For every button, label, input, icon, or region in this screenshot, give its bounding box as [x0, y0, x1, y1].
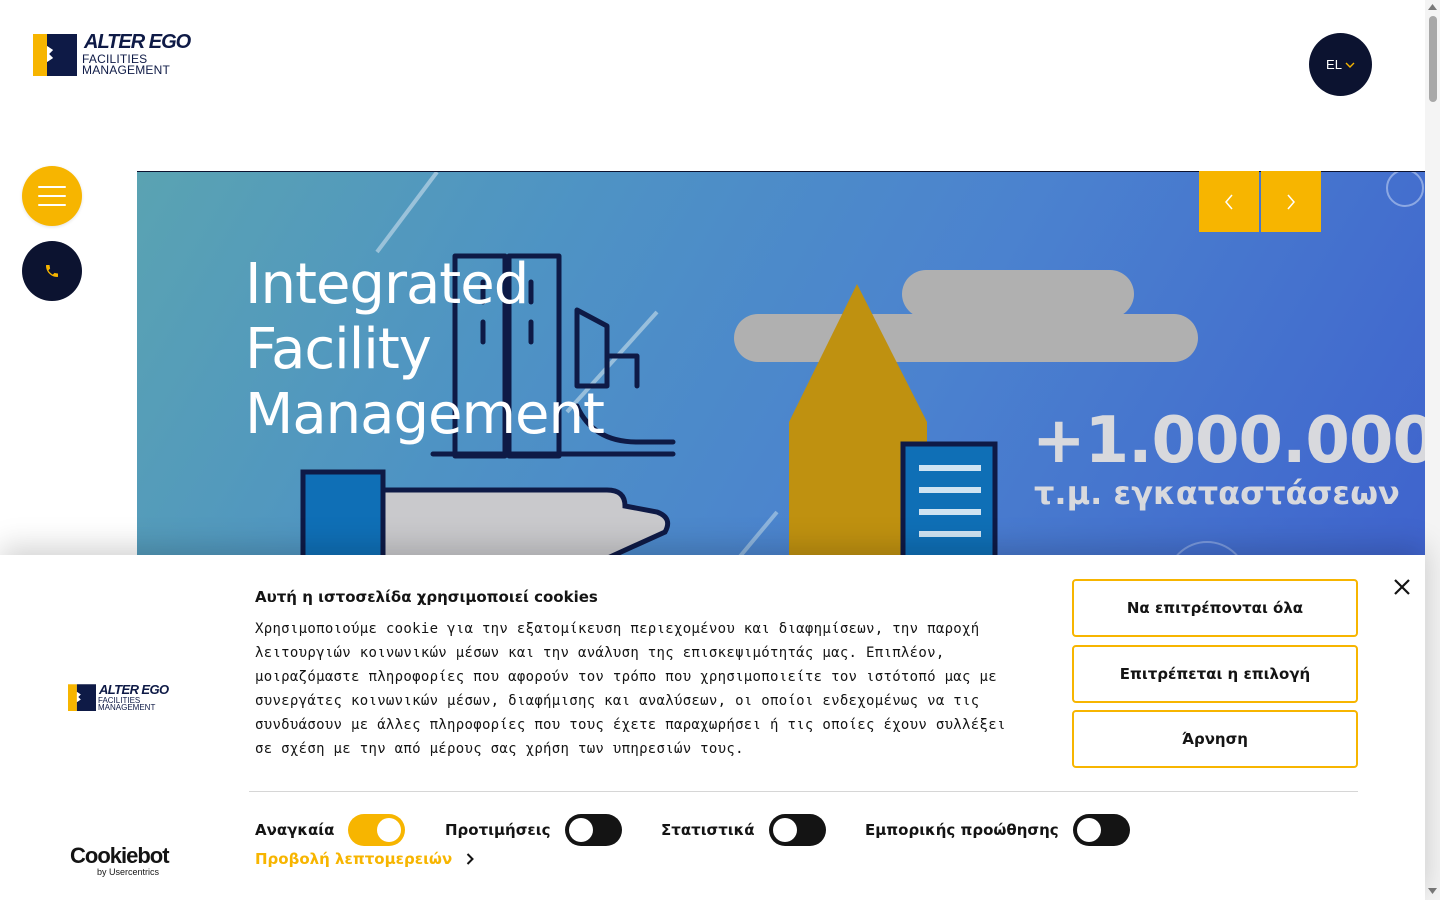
logo-brand-text: ALTER EGO	[84, 31, 191, 53]
cookiebot-byline: by Usercentrics	[97, 867, 160, 877]
phone-icon	[46, 265, 58, 277]
menu-button[interactable]	[22, 166, 82, 226]
hero-title-line: Management	[245, 382, 605, 447]
switch-knob	[772, 818, 797, 842]
cookie-banner-title: Αυτή η ιστοσελίδα χρησιμοποιεί cookies	[255, 588, 598, 606]
slider-prev-button[interactable]	[1199, 171, 1259, 232]
close-icon[interactable]	[1392, 577, 1412, 597]
statistics-switch[interactable]	[768, 814, 826, 846]
chevron-left-icon	[1225, 194, 1233, 209]
language-selector[interactable]: EL	[1309, 33, 1372, 96]
toggle-statistics: Στατιστικά	[661, 814, 826, 846]
switch-knob	[1076, 818, 1101, 842]
logo-brand-text: ALTER EGO	[99, 682, 169, 697]
allow-selection-button[interactable]: Επιτρέπεται η επιλογή	[1072, 645, 1358, 703]
toggle-label: Εμπορικής προώθησης	[865, 821, 1059, 839]
toggle-label: Αναγκαία	[255, 821, 335, 839]
switch-knob	[377, 818, 402, 842]
chevron-down-icon	[1345, 62, 1355, 68]
logo-mark-icon	[33, 34, 77, 76]
hero-stat-caption: τ.μ. εγκαταστάσεων	[1034, 474, 1400, 512]
hamburger-icon-line	[38, 204, 66, 206]
scrollbar-thumb[interactable]	[1429, 16, 1437, 102]
toggle-preferences: Προτιμήσεις	[445, 814, 622, 846]
necessary-switch[interactable]	[348, 814, 406, 846]
logo-mark-icon	[68, 684, 96, 711]
hero-title-line: Integrated	[245, 252, 529, 317]
page-scrollbar[interactable]	[1425, 0, 1440, 900]
hero-stat-number: +1.000.000	[1032, 404, 1425, 478]
hamburger-icon-line	[38, 195, 66, 197]
cookiebot-name: Cookiebot	[70, 843, 170, 868]
logo-line2: MANAGEMENT	[82, 63, 171, 77]
hamburger-icon	[38, 186, 66, 188]
scroll-up-arrow-icon[interactable]	[1428, 4, 1437, 10]
cookie-banner-logo: ALTER EGO FACILITIES MANAGEMENT	[68, 683, 178, 713]
hero-title-line: Facility	[245, 317, 432, 382]
site-logo[interactable]: ALTER EGO FACILITIES MANAGEMENT	[33, 32, 203, 78]
chevron-right-icon	[466, 853, 475, 865]
chevron-right-icon	[1287, 194, 1295, 209]
phone-button[interactable]	[22, 241, 82, 301]
cookiebot-logo[interactable]: Cookiebot by Usercentrics	[70, 843, 180, 878]
slider-next-button[interactable]	[1261, 171, 1321, 232]
toggle-marketing: Εμπορικής προώθησης	[865, 814, 1130, 846]
logo-line2: MANAGEMENT	[98, 703, 156, 712]
cookie-banner-text: Χρησιμοποιούμε cookie για την εξατομίκευ…	[255, 621, 1006, 757]
details-link-label: Προβολή λεπτομερειών	[255, 850, 453, 868]
divider	[249, 791, 1358, 792]
switch-knob	[568, 818, 593, 842]
show-details-link[interactable]: Προβολή λεπτομερειών	[255, 850, 475, 868]
toggle-necessary: Αναγκαία	[255, 814, 406, 846]
hero-title: Integrated Facility Management	[245, 252, 605, 447]
marketing-switch[interactable]	[1072, 814, 1130, 846]
toggle-label: Στατιστικά	[661, 821, 755, 839]
scroll-down-arrow-icon[interactable]	[1428, 888, 1437, 894]
language-label: EL	[1326, 57, 1342, 72]
cookie-consent-banner: ALTER EGO FACILITIES MANAGEMENT Cookiebo…	[0, 555, 1425, 900]
preferences-switch[interactable]	[564, 814, 622, 846]
toggle-label: Προτιμήσεις	[445, 821, 551, 839]
deny-button[interactable]: Άρνηση	[1072, 710, 1358, 768]
allow-all-button[interactable]: Να επιτρέπονται όλα	[1072, 579, 1358, 637]
